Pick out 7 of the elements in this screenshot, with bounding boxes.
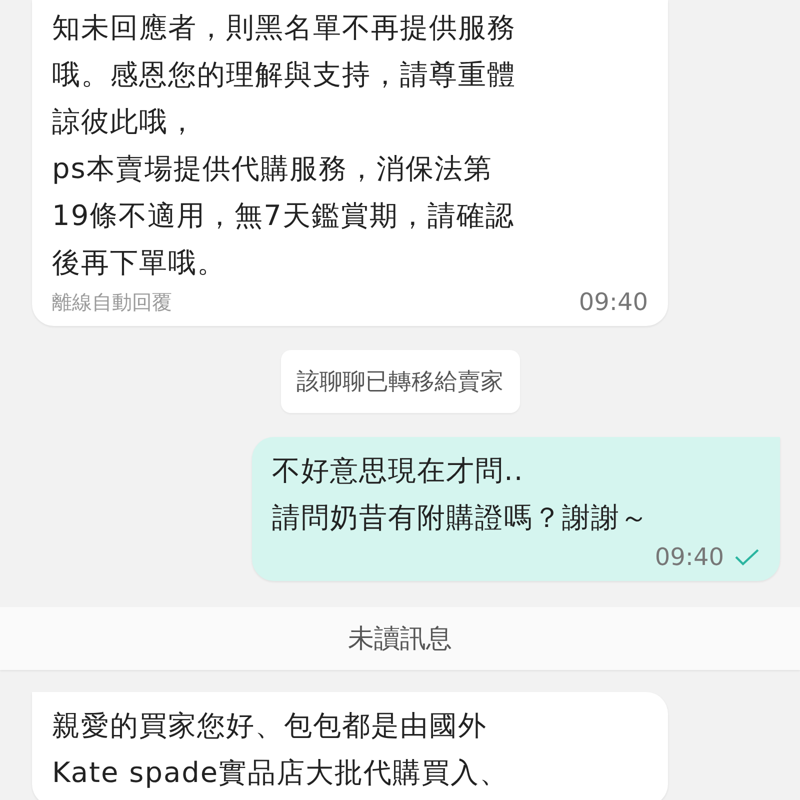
system-notice: 該聊聊已轉移給賣家 — [280, 350, 520, 413]
message-time: 09:40 — [578, 288, 648, 316]
message-text: 知未回應者，則黑名單不再提供服務哦。感恩您的理解與支持，請尊重體諒彼此哦， ps本賣場提供代購服務，消保法第19條不適用，無7天鑑賞期，請確認後再下單哦。 — [52, 10, 517, 281]
auto-reply-label: 離線自動回覆 — [52, 288, 172, 316]
message-text: 不好意思現在才問.. 請問奶昔有附購證嗎？謝謝～ — [272, 453, 650, 536]
message-text: 親愛的買家您好、包包都是由國外Kate spade實品店大批代購買入、 — [52, 708, 510, 791]
message-time: 09:40 — [654, 543, 724, 571]
